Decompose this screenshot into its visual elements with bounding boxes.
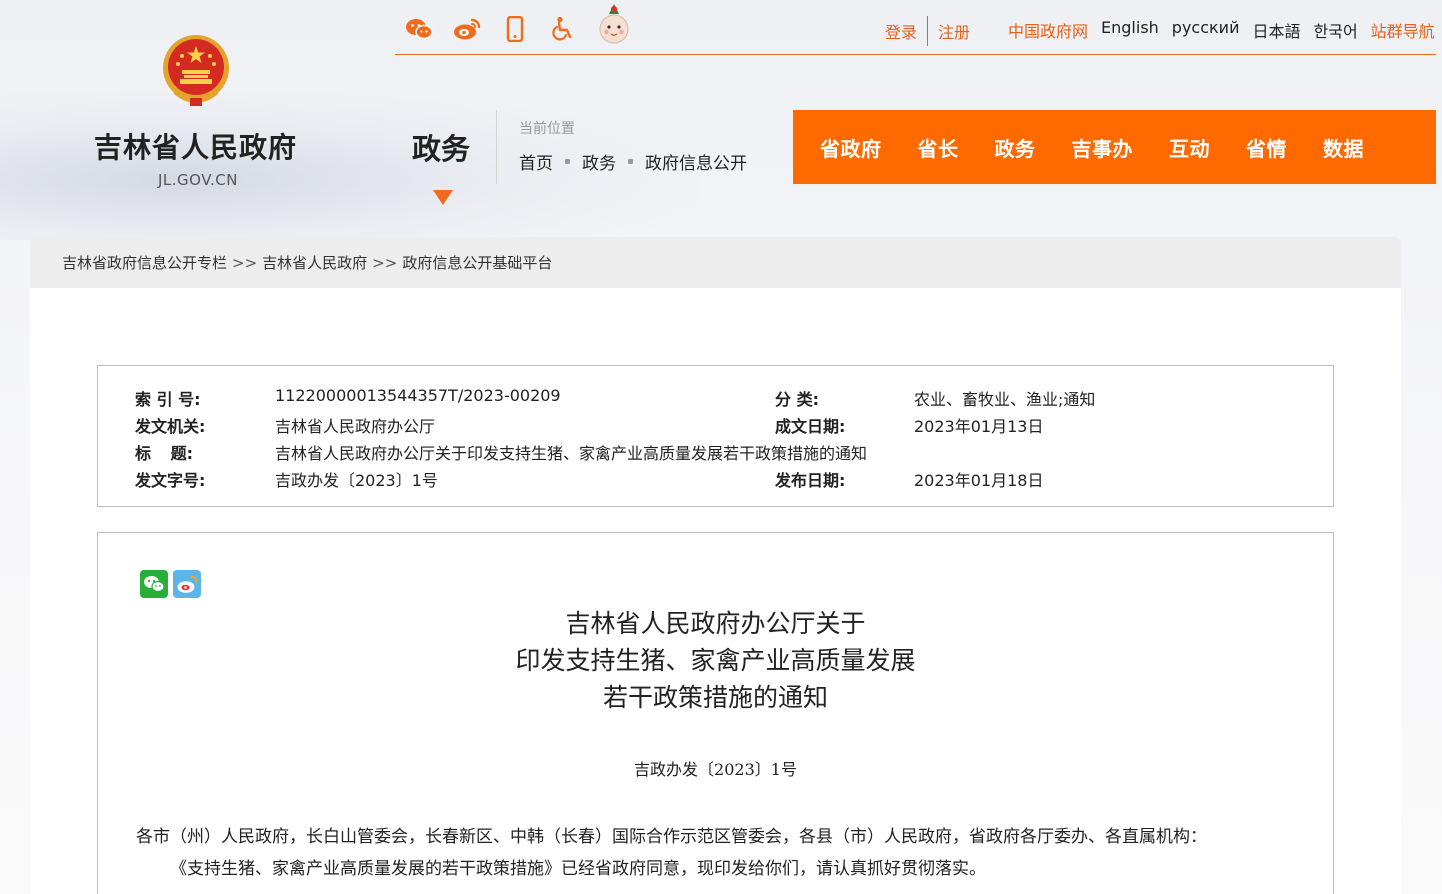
login-link[interactable]: 登录 [885, 19, 917, 43]
nav-item-data[interactable]: 数据 [1323, 133, 1364, 162]
meta-label: 标 题: [135, 444, 193, 463]
meta-label: 成文日期: [775, 417, 846, 436]
english-link[interactable]: English [1101, 18, 1159, 42]
location-crumb-home[interactable]: 首页 [519, 149, 553, 174]
location-label: 当前位置 [519, 121, 575, 137]
article-doc-number: 吉政办发〔2023〕1号 [634, 760, 797, 779]
register-link[interactable]: 注册 [938, 19, 970, 43]
nav-item-governor[interactable]: 省长 [918, 133, 959, 162]
japanese-link[interactable]: 日本語 [1252, 18, 1300, 42]
meta-label: 发文字号: [135, 471, 206, 490]
location-crumb-affairs[interactable]: 政务 [582, 149, 616, 174]
meta-value: 吉林省人民政府办公厅 [275, 417, 436, 436]
location-breadcrumb: 首页 政务 政府信息公开 [519, 149, 747, 174]
header-divider [496, 110, 497, 184]
site-name[interactable]: 吉林省人民政府 [94, 126, 297, 166]
russian-link[interactable]: русский [1172, 18, 1240, 42]
auth-links: 登录 注册 [885, 16, 970, 46]
breadcrumb-separator: >> [372, 253, 398, 272]
meta-row: 标 题: 吉林省人民政府办公厅关于印发支持生猪、家禽产业高质量发展若干政策措施的… [98, 440, 1333, 467]
meta-label: 发文机关: [135, 417, 206, 436]
gov-cn-link[interactable]: 中国政府网 [1008, 18, 1088, 42]
auth-divider [927, 16, 929, 46]
meta-value: 2023年01月18日 [914, 471, 1044, 490]
article-title-line: 印发支持生猪、家禽产业高质量发展 [515, 646, 916, 675]
main-nav: 省政府 省长 政务 吉事办 互动 省情 数据 [793, 110, 1436, 184]
meta-value: 农业、畜牧业、渔业;通知 [914, 390, 1096, 409]
wechat-icon[interactable] [405, 15, 433, 43]
section-title: 政务 [412, 132, 471, 166]
nav-item-interaction[interactable]: 互动 [1169, 133, 1210, 162]
article-paragraph: 《支持生猪、家禽产业高质量发展的若干政策措施》已经省政府同意，现印发给你们，请认… [170, 859, 986, 879]
share-wechat-icon[interactable] [140, 570, 168, 598]
meta-label: 分 类: [775, 390, 819, 409]
article-title-line: 吉林省人民政府办公厅关于 [565, 609, 866, 638]
meta-value: 2023年01月13日 [914, 417, 1044, 436]
article-title: 吉林省人民政府办公厅关于 印发支持生猪、家禽产业高质量发展 若干政策措施的通知 [98, 605, 1333, 716]
meta-row: 发文机关: 吉林省人民政府办公厅 成文日期: 2023年01月13日 [98, 413, 1333, 440]
site-group-nav-link[interactable]: 站群导航 [1371, 18, 1435, 42]
article-body: 吉林省人民政府办公厅关于 印发支持生猪、家禽产业高质量发展 若干政策措施的通知 … [97, 532, 1334, 894]
nav-item-province-info[interactable]: 省情 [1246, 133, 1287, 162]
breadcrumb-separator: >> [232, 253, 258, 272]
meta-label: 索 引 号: [135, 390, 201, 409]
national-emblem-icon[interactable] [160, 34, 232, 108]
korean-link[interactable]: 한국어 [1314, 18, 1358, 42]
location-crumb-disclosure[interactable]: 政府信息公开 [645, 149, 747, 174]
social-links [405, 4, 631, 46]
meta-value: 11220000013544357T/2023-00209 [275, 386, 561, 405]
meta-value: 吉林省人民政府办公厅关于印发支持生猪、家禽产业高质量发展若干政策措施的通知 [275, 444, 868, 463]
site-domain: JL.GOV.CN [158, 171, 239, 189]
document-meta-table: 索 引 号: 11220000013544357T/2023-00209 分 类… [97, 365, 1334, 507]
nav-item-provincial-gov[interactable]: 省政府 [820, 133, 882, 162]
article-addressee: 各市（州）人民政府，长白山管委会，长春新区、中韩（长春）国际合作示范区管委会，各… [136, 827, 1207, 847]
nav-item-service[interactable]: 吉事办 [1072, 133, 1134, 162]
crumb-dot [628, 159, 633, 164]
breadcrumb-item[interactable]: 政府信息公开基础平台 [402, 252, 552, 273]
top-bar: 登录 注册 中国政府网 English русский 日本語 한국어 站群导航 [395, 0, 1436, 55]
language-links: 中国政府网 English русский 日本語 한국어 站群导航 [1008, 18, 1435, 42]
crumb-dot [565, 159, 570, 164]
weibo-icon[interactable] [453, 15, 481, 43]
share-weibo-icon[interactable] [173, 570, 201, 598]
share-buttons [140, 570, 201, 598]
accessibility-icon[interactable] [549, 15, 577, 43]
section-arrow-icon [433, 190, 453, 205]
nav-item-affairs[interactable]: 政务 [995, 133, 1036, 162]
meta-label: 发布日期: [775, 471, 846, 490]
breadcrumb: 吉林省政府信息公开专栏 >> 吉林省人民政府 >> 政府信息公开基础平台 [30, 237, 1401, 288]
meta-row: 索 引 号: 11220000013544357T/2023-00209 分 类… [98, 386, 1333, 413]
meta-value: 吉政办发〔2023〕1号 [275, 471, 438, 490]
article-title-line: 若干政策措施的通知 [602, 683, 828, 712]
mascot-icon[interactable] [597, 2, 631, 46]
mobile-icon[interactable] [501, 15, 529, 43]
breadcrumb-item[interactable]: 吉林省政府信息公开专栏 [62, 252, 227, 273]
breadcrumb-item[interactable]: 吉林省人民政府 [262, 252, 367, 273]
meta-row: 发文字号: 吉政办发〔2023〕1号 发布日期: 2023年01月18日 [98, 467, 1333, 494]
